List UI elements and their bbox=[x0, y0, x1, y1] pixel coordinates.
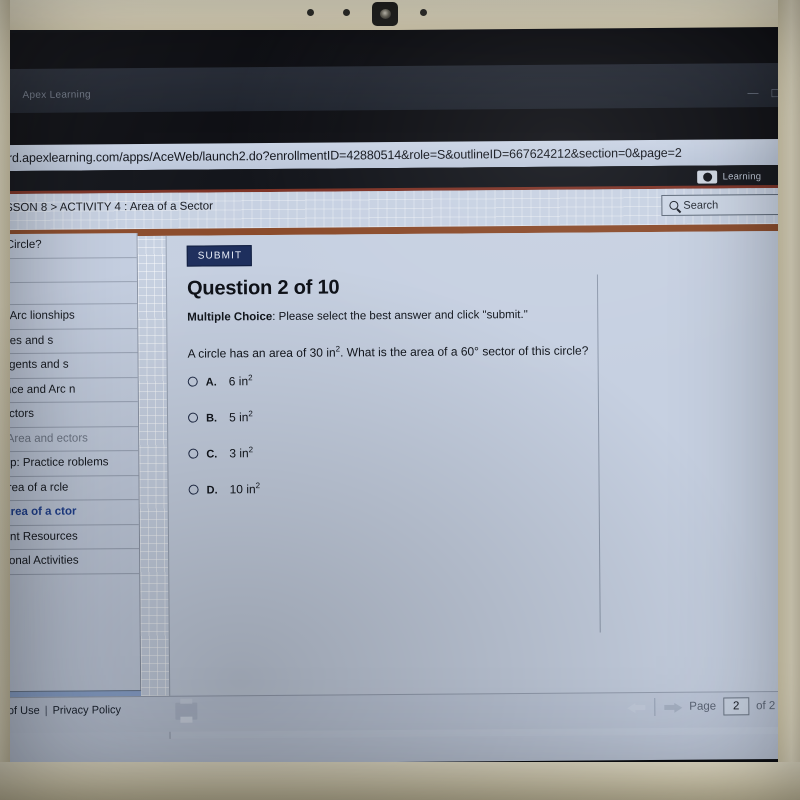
choice-value-c: 3 in bbox=[229, 446, 249, 461]
question-instruction: Multiple Choice: Please select the best … bbox=[187, 309, 528, 324]
choice-letter-a: A. bbox=[205, 376, 217, 389]
arrow-left-icon[interactable] bbox=[627, 701, 647, 713]
laptop-bezel-bottom bbox=[0, 762, 800, 800]
stem-part-2: . What is the area of a 60 bbox=[340, 344, 475, 360]
search-placeholder: Search bbox=[683, 199, 719, 212]
pager-divider bbox=[654, 698, 656, 717]
browser-tab-title[interactable]: Apex Learning bbox=[22, 89, 90, 101]
sidebar-item-0[interactable]: t Is a Circle? bbox=[0, 233, 137, 259]
sidebar-item-12[interactable]: Student Resources bbox=[0, 524, 140, 551]
choice-text-b: 5 in2 bbox=[229, 409, 253, 424]
choice-letter-b: B. bbox=[205, 412, 218, 425]
choice-text-d: 10 in2 bbox=[230, 481, 261, 496]
choice-letter-c: C. bbox=[206, 448, 218, 461]
stem-part-3: sector of this circle? bbox=[478, 343, 589, 359]
choice-text-a: 6 in2 bbox=[229, 373, 253, 388]
choice-value-d: 10 in bbox=[229, 482, 256, 497]
breadcrumb: ESSON 8 > ACTIVITY 4 : Area of a Sector bbox=[0, 200, 213, 215]
course-page: ESSON 8 > ACTIVITY 4 : Area of a Sector … bbox=[0, 187, 800, 766]
sidebar-item-11-active[interactable]: uiz: Area of a ctor bbox=[0, 500, 139, 526]
answer-choice-c[interactable]: C. 3 in2 bbox=[188, 445, 260, 482]
instruction-rest-label: : Please select the best answer and clic… bbox=[272, 309, 528, 324]
choice-exponent-d: 2 bbox=[255, 481, 261, 491]
footer-separator: | bbox=[44, 704, 48, 717]
answer-choice-list: A. 6 in2 B. 5 in2 C. 3 in2 D. 10 in2 bbox=[187, 373, 261, 518]
radio-button-a[interactable] bbox=[187, 376, 198, 387]
submit-button[interactable]: SUBMIT bbox=[186, 245, 253, 267]
radio-button-d[interactable] bbox=[188, 484, 199, 495]
sidebar-item-6[interactable]: nference and Arc n bbox=[0, 377, 138, 404]
webcam-icon bbox=[372, 2, 398, 26]
sidebar-item-4[interactable]: s Angles and s bbox=[0, 328, 138, 355]
sensor-dot-icon bbox=[343, 9, 350, 16]
choice-exponent-c: 2 bbox=[248, 445, 254, 455]
sensor-dot-icon bbox=[307, 9, 314, 16]
course-sidebar[interactable]: t Is a Circle? ds d and Arc lionships s … bbox=[0, 233, 142, 730]
sidebar-item-9[interactable]: heckup: Practice roblems bbox=[0, 451, 139, 477]
sidebar-item-13[interactable]: Additional Activities bbox=[0, 549, 140, 575]
page-total-label: of 2 bbox=[756, 700, 776, 713]
window-minimize-button[interactable]: — bbox=[747, 87, 758, 99]
page-title: Question 2 of 10 bbox=[186, 276, 340, 300]
laptop-photo: Apex Learning — ☐ prd.apexlearning.com/a… bbox=[0, 0, 800, 800]
choice-text-c: 3 in2 bbox=[229, 445, 253, 460]
laptop-bezel-top bbox=[0, 0, 800, 30]
stem-part-1: A circle has an area of 30 in bbox=[187, 345, 336, 361]
laptop-bezel-right bbox=[778, 0, 800, 800]
choice-letter-d: D. bbox=[206, 484, 218, 497]
privacy-policy-link[interactable]: Privacy Policy bbox=[53, 704, 122, 717]
printer-icon[interactable] bbox=[175, 702, 198, 720]
sidebar-item-3[interactable]: d and Arc lionships bbox=[0, 304, 138, 330]
answer-choice-a[interactable]: A. 6 in2 bbox=[187, 373, 260, 410]
answer-choice-b[interactable]: B. 5 in2 bbox=[187, 409, 260, 446]
apex-mark-icon bbox=[697, 170, 718, 184]
sidebar-item-1[interactable]: ds bbox=[0, 257, 137, 284]
panel-divider bbox=[596, 274, 601, 633]
choice-exponent-b: 2 bbox=[248, 409, 253, 419]
arrow-right-icon[interactable] bbox=[662, 701, 682, 713]
sidebar-item-10[interactable]: uiz: Area of a rcle bbox=[0, 475, 139, 502]
sidebar-item-8[interactable]: tudy: Area and ectors bbox=[0, 426, 139, 453]
question-panel: SUBMIT Question 2 of 10 Multiple Choice:… bbox=[165, 230, 800, 739]
sidebar-item-2[interactable] bbox=[0, 282, 138, 306]
radio-button-c[interactable] bbox=[188, 448, 199, 459]
pagination-controls: Page 2 of 2 GO bbox=[627, 697, 800, 717]
instruction-bold-label: Multiple Choice bbox=[187, 311, 273, 324]
sensor-dot-icon bbox=[420, 9, 427, 16]
page-label: Page bbox=[689, 700, 717, 713]
panel-gutter bbox=[137, 235, 170, 729]
radio-button-b[interactable] bbox=[187, 412, 199, 423]
choice-exponent-a: 2 bbox=[248, 373, 253, 383]
laptop-screen: Apex Learning — ☐ prd.apexlearning.com/a… bbox=[0, 26, 800, 766]
choice-value-a: 6 in bbox=[228, 374, 249, 389]
choice-value-b: 5 in bbox=[228, 410, 249, 425]
footer-links: s of Use | Privacy Policy bbox=[0, 704, 121, 717]
brand-name: Learning bbox=[722, 171, 762, 183]
question-stem: A circle has an area of 30 in2. What is … bbox=[187, 343, 588, 361]
search-icon bbox=[669, 200, 679, 210]
apex-learning-logo[interactable]: Learning bbox=[697, 170, 762, 184]
url-text: prd.apexlearning.com/apps/AceWeb/launch2… bbox=[0, 145, 682, 166]
page-footer: s of Use|Privacy Policy Page 2 of 2 GO bbox=[0, 690, 800, 734]
browser-tab-bar bbox=[0, 62, 800, 114]
sidebar-item-5[interactable]: ts Tangents and s bbox=[0, 353, 138, 379]
page-number-input[interactable]: 2 bbox=[723, 697, 750, 716]
sidebar-item-7[interactable]: nd Sectors bbox=[0, 402, 139, 428]
laptop-bezel-left bbox=[0, 0, 10, 800]
answer-choice-d[interactable]: D. 10 in2 bbox=[188, 481, 261, 518]
